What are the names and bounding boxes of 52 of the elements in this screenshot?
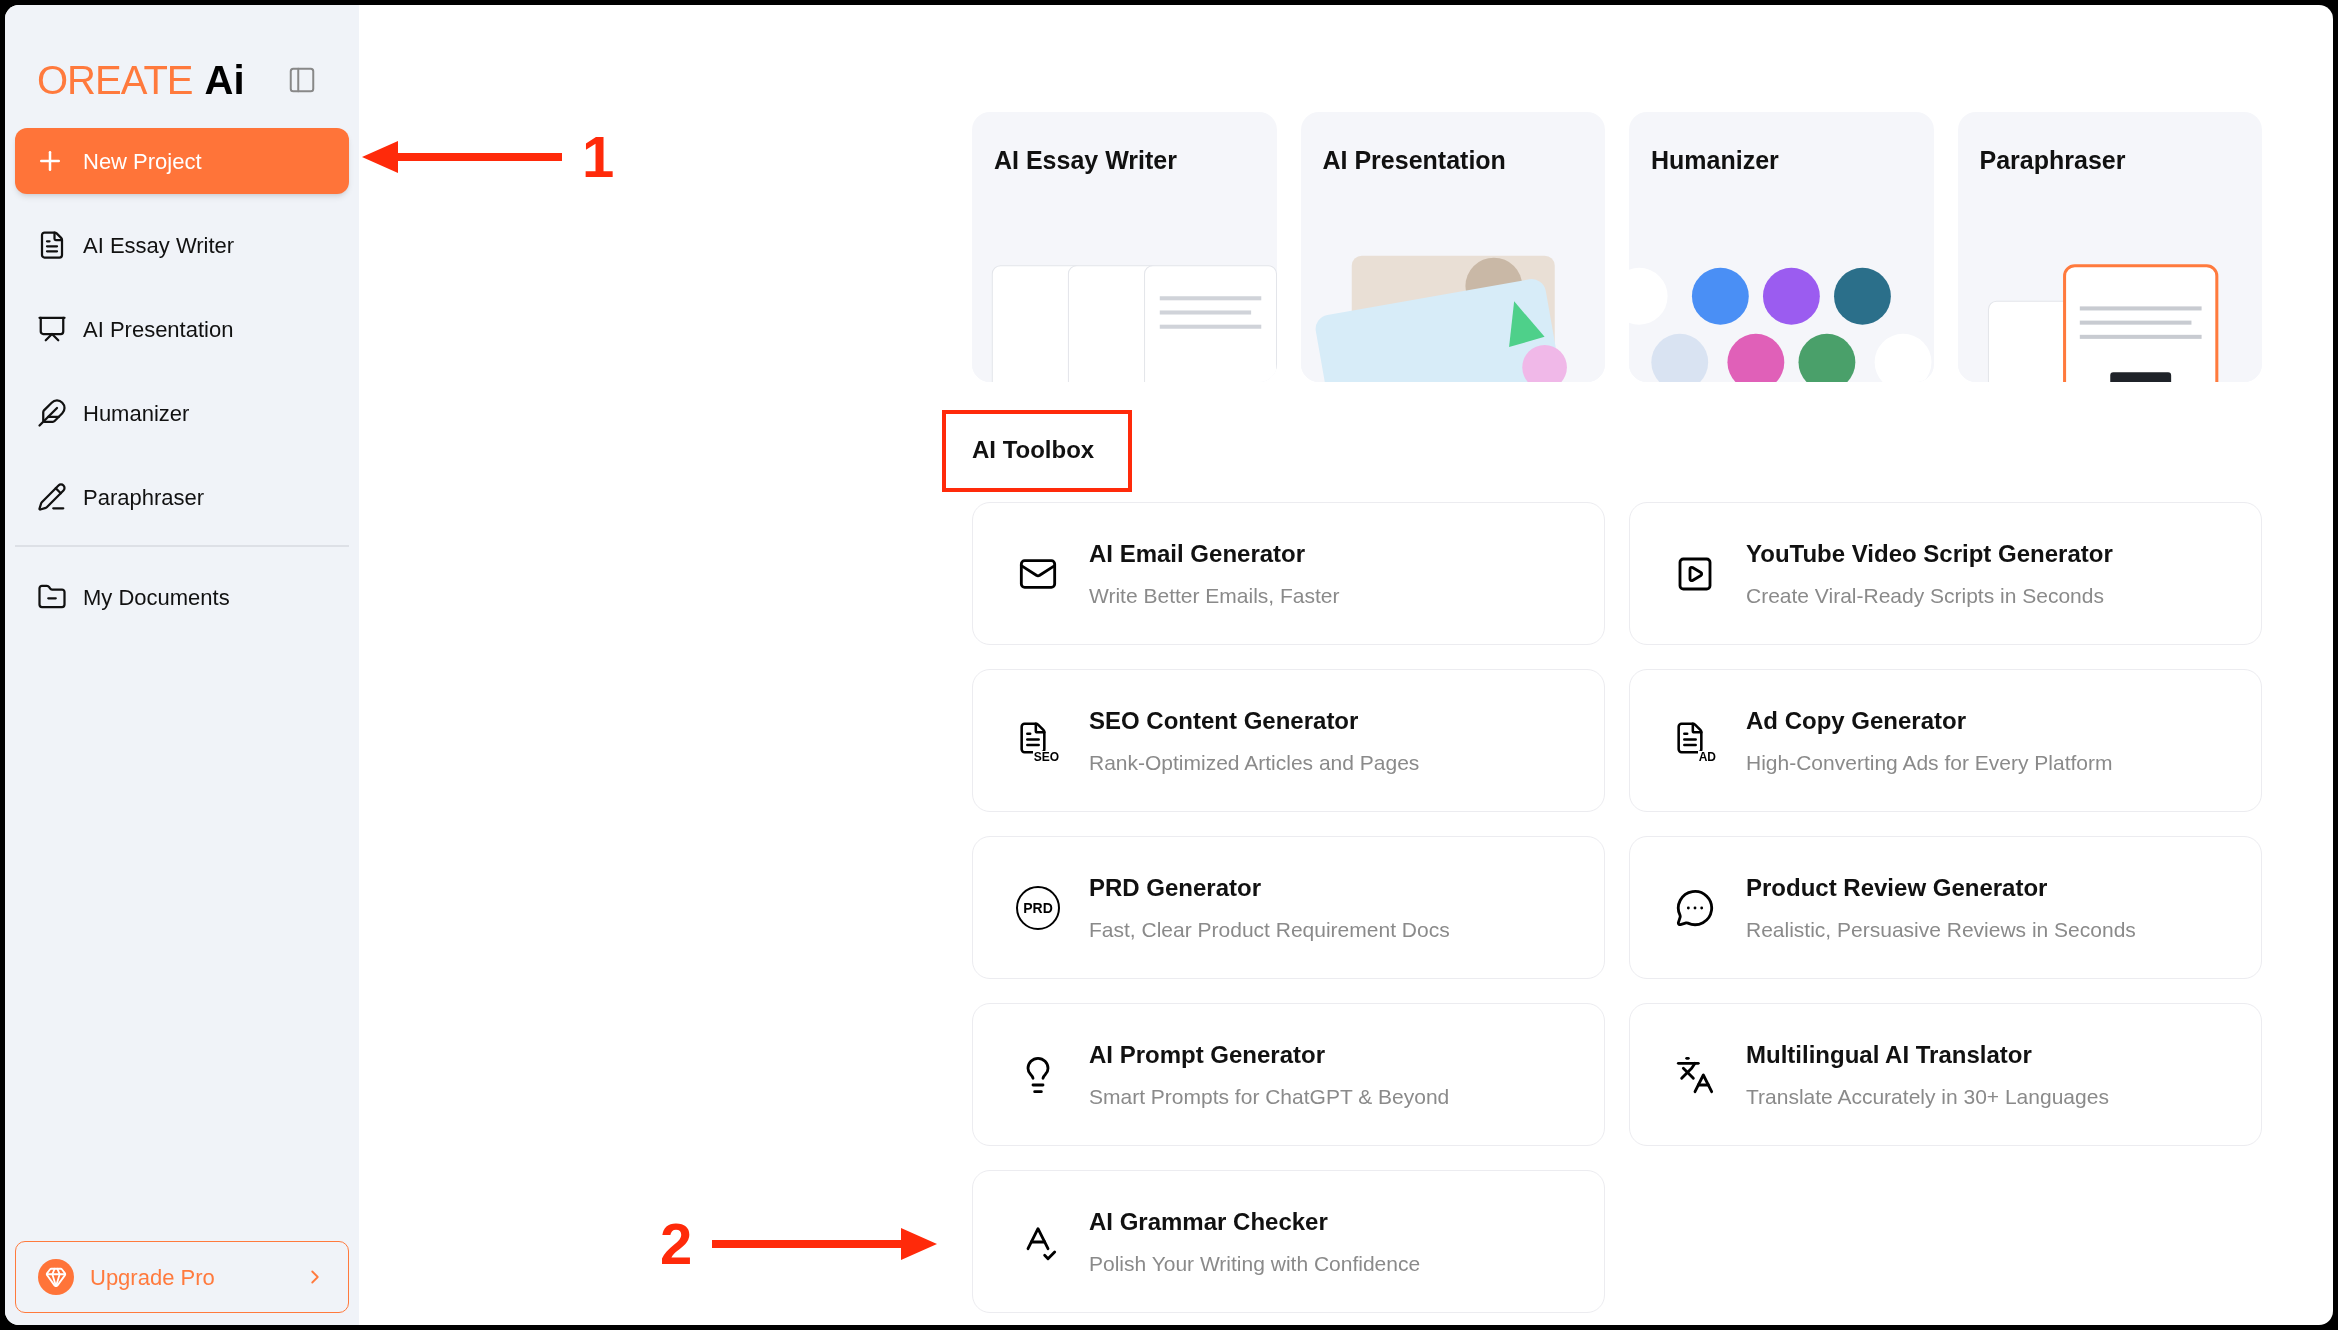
icon-label: SEO <box>1032 750 1060 763</box>
tool-card[interactable]: YouTube Video Script Generator Create Viral-Ready Scripts in Seconds <box>1629 502 2262 645</box>
card-title: AI Essay Writer <box>993 145 1178 176</box>
icon-label: PRD <box>1016 885 1060 930</box>
tool-title: AI Prompt Generator <box>1089 1039 1327 1070</box>
sidebar-item[interactable]: AI Essay Writer <box>15 203 349 287</box>
tool-title: Ad Copy Generator <box>1746 705 1968 736</box>
sidebar-item[interactable]: Paraphraser <box>15 455 349 539</box>
annotation-number: 1 <box>582 128 615 186</box>
tool-subtitle: Polish Your Writing with Confidence <box>1089 1250 1421 1277</box>
feature-card[interactable]: AI Essay Writer <box>972 112 1277 382</box>
logo: OREATE Ai <box>37 60 245 100</box>
icon-label: AD <box>1697 750 1717 763</box>
tool-title: Multilingual AI Translator <box>1746 1039 2033 1070</box>
feather-icon <box>37 398 67 428</box>
tool-title: AI Email Generator <box>1089 538 1307 569</box>
tool-card[interactable]: AI Grammar Checker Polish Your Writing with Confidence <box>972 1170 1605 1313</box>
tool-subtitle: Create Viral-Ready Scripts in Seconds <box>1746 582 2105 609</box>
feature-card[interactable]: Humanizer <box>1629 112 1934 382</box>
tool-card[interactable]: AI Prompt Generator Smart Prompts for ChatGPT & Beyond <box>972 1003 1605 1146</box>
card-title: AI Presentation <box>1321 145 1507 176</box>
tool-subtitle: Translate Accurately in 30+ Languages <box>1746 1083 2109 1110</box>
tool-card[interactable]: AD Ad Copy Generator High-Converting Ads for Every Platform <box>1629 669 2262 812</box>
tool-title: AI Grammar Checker <box>1089 1206 1329 1237</box>
tool-card[interactable]: AI Email Generator Write Better Emails, Faster <box>972 502 1605 645</box>
sidebar-item[interactable]: My Documents <box>15 555 349 639</box>
tool-card[interactable]: Multilingual AI Translator Translate Accurately in 30+ Languages <box>1629 1003 2262 1146</box>
pencil-icon <box>37 482 67 512</box>
tool-subtitle: High-Converting Ads for Every Platform <box>1746 749 2113 776</box>
card-title: Paraphraser <box>1978 145 2127 176</box>
tool-title: Product Review Generator <box>1746 872 2049 903</box>
tool-card[interactable]: SEO SEO Content Generator Rank-Optimized Articles and Pages <box>972 669 1605 812</box>
tool-card[interactable]: Product Review Generator Realistic, Persuasive Reviews in Seconds <box>1629 836 2262 979</box>
tool-subtitle: Realistic, Persuasive Reviews in Seconds <box>1746 916 2136 943</box>
card-title: Humanizer <box>1650 145 1780 176</box>
annotation-number: 2 <box>660 1215 693 1273</box>
section-title: AI Toolbox <box>972 435 1095 465</box>
feature-card[interactable]: Paraphraser <box>1957 112 2262 382</box>
sidebar-item[interactable]: Humanizer <box>15 371 349 455</box>
tool-subtitle: Fast, Clear Product Requirement Docs <box>1089 916 1450 943</box>
tool-card[interactable]: PRD PRD Generator Fast, Clear Product Requirement Docs <box>972 836 1605 979</box>
sidebar-item[interactable]: AI Presentation <box>15 287 349 371</box>
tool-title: SEO Content Generator <box>1089 705 1360 736</box>
feature-card[interactable]: AI Presentation <box>1300 112 1605 382</box>
tool-subtitle: Smart Prompts for ChatGPT & Beyond <box>1089 1083 1450 1110</box>
tool-subtitle: Write Better Emails, Faster <box>1089 582 1340 609</box>
presentation-icon <box>37 314 67 344</box>
translate-icon <box>1675 1054 1715 1095</box>
tool-title: YouTube Video Script Generator <box>1746 538 2113 569</box>
tool-title: PRD Generator <box>1089 872 1263 903</box>
tool-subtitle: Rank-Optimized Articles and Pages <box>1089 749 1420 776</box>
chat-bubble-icon <box>1675 887 1715 928</box>
